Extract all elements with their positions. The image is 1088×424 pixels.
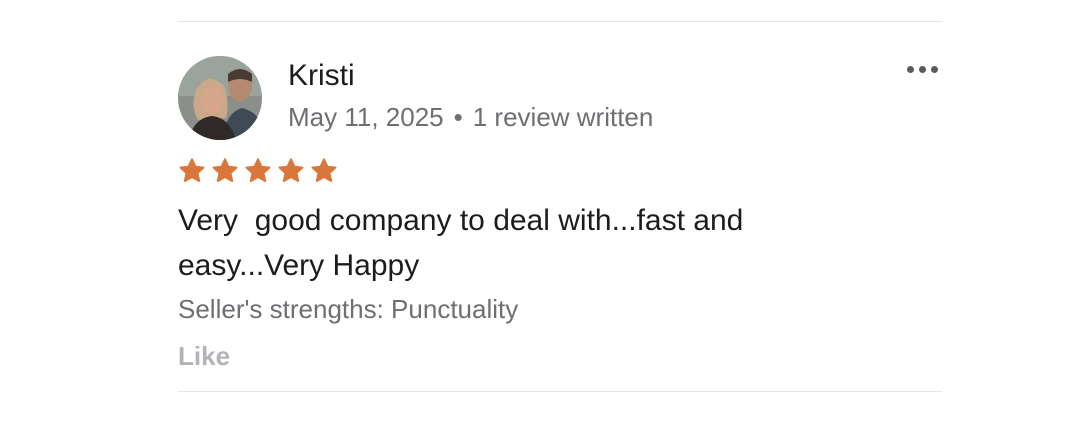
star-icon bbox=[179, 158, 205, 182]
star-icon bbox=[311, 158, 337, 182]
more-horizontal-icon bbox=[918, 65, 926, 73]
review-meta: May 11, 2025 • 1 review written bbox=[288, 101, 653, 133]
star-icon bbox=[278, 158, 304, 182]
avatar[interactable] bbox=[178, 56, 262, 140]
more-horizontal-icon bbox=[906, 65, 914, 73]
review-text: Very good company to deal with...fast an… bbox=[178, 204, 744, 282]
more-horizontal-icon bbox=[930, 65, 938, 73]
top-divider bbox=[178, 21, 942, 22]
seller-strengths: Seller's strengths: Punctuality bbox=[178, 294, 519, 324]
review-date: May 11, 2025 bbox=[288, 102, 444, 132]
like-button[interactable]: Like bbox=[178, 339, 230, 373]
bottom-divider bbox=[178, 391, 942, 392]
more-options-button[interactable] bbox=[900, 58, 944, 80]
meta-separator: • bbox=[453, 102, 463, 132]
avatar-photo bbox=[178, 56, 262, 140]
star-rating bbox=[177, 156, 339, 186]
review-count: 1 review written bbox=[472, 102, 654, 132]
star-icon bbox=[245, 158, 271, 182]
reviewer-name[interactable]: Kristi bbox=[288, 58, 355, 94]
star-icon bbox=[212, 158, 238, 182]
